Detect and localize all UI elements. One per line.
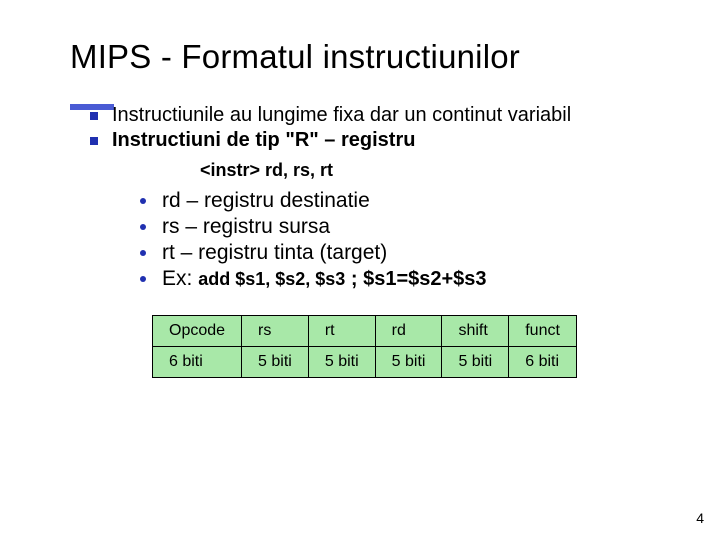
table-cell: 5 biti: [308, 347, 375, 378]
list-item: rd – registru destinatie: [140, 189, 684, 213]
list-item: rs – registru sursa: [140, 215, 684, 239]
syntax-line: <instr> rd, rs, rt: [200, 160, 684, 181]
list-item: Ex: add $s1, $s2, $s3 ; $s1=$s2+$s3: [140, 267, 684, 291]
list-item-text: Instructiuni de tip "R" – registru: [112, 129, 415, 151]
table-cell: Opcode: [153, 316, 242, 347]
example-prefix: Ex:: [162, 267, 198, 290]
table-cell: rd: [375, 316, 442, 347]
list-item: Instructiunile au lungime fixa dar un co…: [90, 104, 684, 127]
sub-bullet-list: rd – registru destinatie rs – registru s…: [70, 189, 684, 291]
table-cell: 5 biti: [242, 347, 309, 378]
list-item: Instructiuni de tip "R" – registru: [90, 129, 684, 152]
page-number: 4: [696, 510, 704, 526]
table-cell: 5 biti: [442, 347, 509, 378]
page-title: MIPS - Formatul instructiunilor: [70, 38, 684, 76]
table-cell: rt: [308, 316, 375, 347]
instruction-format-table: Opcode rs rt rd shift funct 6 biti 5 bit…: [152, 315, 577, 378]
table-cell: rs: [242, 316, 309, 347]
table-cell: funct: [509, 316, 577, 347]
example-result: ; $s1=$s2+$s3: [345, 268, 486, 290]
top-bullet-list: Instructiunile au lungime fixa dar un co…: [70, 104, 684, 152]
table-row: Opcode rs rt rd shift funct: [153, 316, 577, 347]
table-cell: shift: [442, 316, 509, 347]
table-row: 6 biti 5 biti 5 biti 5 biti 5 biti 6 bit…: [153, 347, 577, 378]
list-item: rt – registru tinta (target): [140, 241, 684, 265]
table-cell: 5 biti: [375, 347, 442, 378]
table-cell: 6 biti: [509, 347, 577, 378]
table-cell: 6 biti: [153, 347, 242, 378]
example-code: add $s1, $s2, $s3: [198, 269, 345, 289]
